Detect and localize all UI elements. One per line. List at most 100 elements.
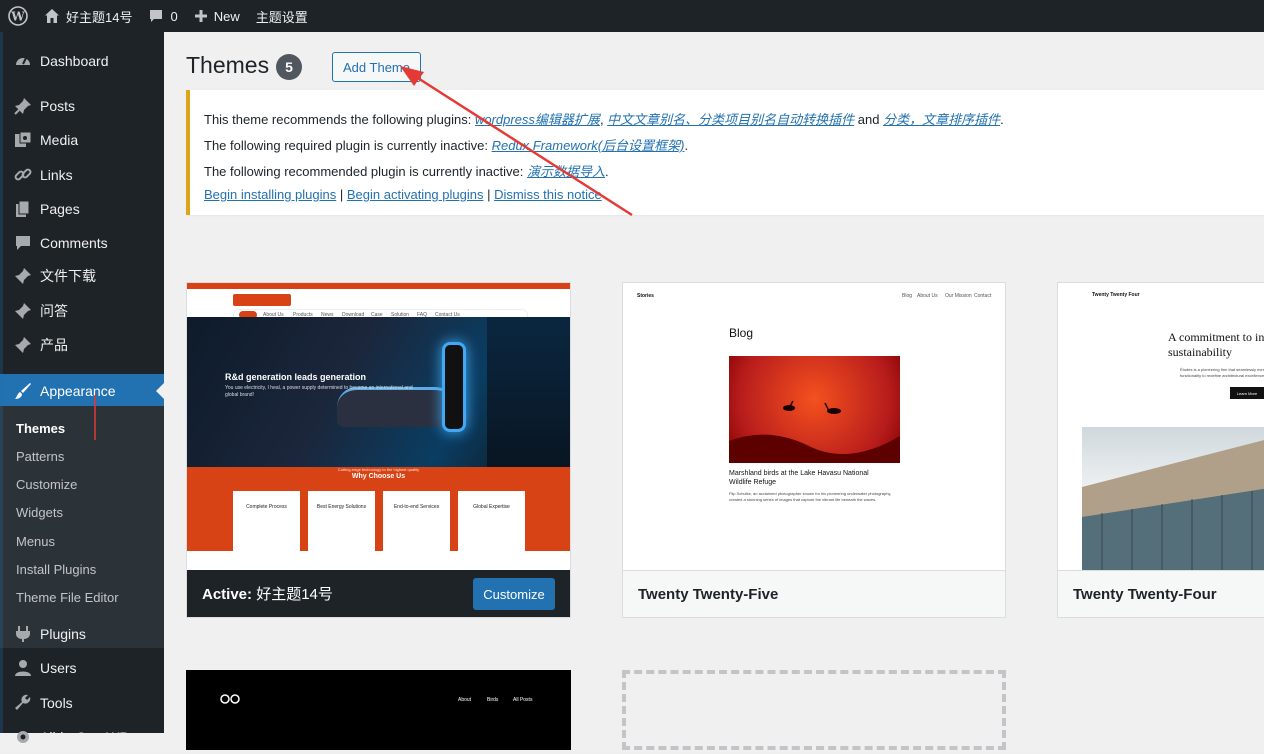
- sidebar-item-label: 产品: [40, 337, 68, 353]
- sidebar-item-label: Links: [40, 167, 73, 183]
- pin-icon: [12, 96, 34, 116]
- notice-line-recommends: This theme recommends the following plug…: [204, 112, 1004, 127]
- plugin-link-demo-import[interactable]: 演示数据导入: [527, 164, 605, 179]
- add-new-theme-card[interactable]: [622, 670, 1006, 750]
- sidebar-item-qa[interactable]: 问答: [0, 294, 164, 328]
- sidebar-item-all-in-one[interactable]: All-in-One WP: [0, 720, 164, 754]
- plugin-link-editor-extension[interactable]: wordpress编辑器扩展: [475, 112, 600, 127]
- sidebar-item-label: All-in-One WP: [40, 729, 129, 745]
- plugin-link-category-order[interactable]: 分类，文章排序插件: [883, 112, 1000, 127]
- preview-image: [729, 356, 900, 463]
- site-name-link[interactable]: 好主题14号: [36, 0, 140, 32]
- sidebar-item-label: 问答: [40, 303, 68, 319]
- hero-title: R&d generation leads generation: [225, 372, 367, 382]
- admin-sidebar: Dashboard Posts Media Links Pages Commen…: [0, 32, 164, 745]
- theme-screenshot: Twenty Twenty Four A commitment to innov…: [1058, 283, 1264, 571]
- submenu-install-plugins[interactable]: Install Plugins: [16, 562, 96, 577]
- svg-text:W: W: [10, 10, 25, 24]
- brush-icon: [12, 381, 34, 401]
- link-icon: [12, 165, 34, 185]
- comment-icon: [12, 233, 34, 253]
- theme-screenshot: About Birds All Posts: [187, 671, 570, 749]
- theme-name: Twenty Twenty-Five: [638, 585, 779, 603]
- plus-icon: [194, 10, 207, 22]
- submenu-widgets[interactable]: Widgets: [16, 505, 63, 520]
- theme-card-footer: Twenty Twenty-Four: [1058, 570, 1264, 617]
- sidebar-item-label: Media: [40, 132, 79, 148]
- preview-heading: Blog: [729, 326, 754, 340]
- sidebar-item-links[interactable]: Links: [0, 158, 164, 192]
- sidebar-item-label: 文件下载: [40, 268, 96, 284]
- pin-icon: [12, 335, 34, 355]
- sidebar-item-label: Tools: [40, 695, 73, 711]
- comments-link[interactable]: 0: [140, 0, 185, 32]
- users-icon: [12, 658, 34, 678]
- media-icon: [12, 130, 34, 150]
- preview-post-title: Marshland birds at the Lake Havasu Natio…: [729, 470, 869, 486]
- sidebar-item-dashboard[interactable]: Dashboard: [0, 44, 164, 78]
- admin-bar: W 好主题14号 0 New 主题设置: [0, 0, 1264, 32]
- plugin-notice: This theme recommends the following plug…: [186, 90, 1264, 215]
- notice-line-required: The following required plugin is current…: [204, 138, 689, 153]
- theme-settings-link[interactable]: 主题设置: [248, 0, 316, 32]
- site-name: 好主题14号: [66, 9, 133, 25]
- sidebar-item-downloads[interactable]: 文件下载: [0, 259, 164, 293]
- sidebar-item-tools[interactable]: Tools: [0, 686, 164, 720]
- sidebar-item-plugins[interactable]: Plugins: [0, 617, 164, 651]
- sidebar-item-pages[interactable]: Pages: [0, 192, 164, 226]
- home-icon: [45, 9, 59, 23]
- appearance-submenu: Themes Patterns Customize Widgets Menus …: [0, 406, 164, 648]
- sidebar-item-label: Pages: [40, 201, 80, 217]
- gear-icon: [12, 727, 34, 747]
- notice-actions: Begin installing plugins | Begin activat…: [204, 187, 602, 202]
- pin-icon: [12, 301, 34, 321]
- theme-card-footer: Twenty Twenty-Five: [623, 570, 1005, 617]
- notice-line-recommended: The following recommended plugin is curr…: [204, 164, 609, 179]
- plugin-link-slug-converter[interactable]: 中文文章别名、分类项目别名自动转换插件: [607, 112, 854, 127]
- begin-activating-link[interactable]: Begin activating plugins: [347, 187, 484, 202]
- plugin-link-redux[interactable]: Redux Framework(后台设置框架): [492, 138, 685, 153]
- add-theme-button[interactable]: Add Theme: [332, 52, 421, 82]
- submenu-patterns[interactable]: Patterns: [16, 449, 64, 464]
- sidebar-item-label: Posts: [40, 98, 76, 114]
- sidebar-item-label: Appearance: [40, 383, 116, 399]
- theme-screenshot: Stories Blog About Us Our Mission Contac…: [623, 283, 1005, 571]
- theme-card-active[interactable]: About Us Products News Download Case Sol…: [186, 282, 571, 618]
- theme-name: Active: 好主题14号: [202, 586, 333, 603]
- sidebar-item-label: Users: [40, 660, 77, 676]
- sidebar-item-media[interactable]: Media: [0, 123, 164, 157]
- new-label: New: [213, 8, 240, 24]
- theme-card-dark[interactable]: About Birds All Posts: [186, 670, 571, 750]
- submenu-menus[interactable]: Menus: [16, 534, 55, 549]
- sidebar-item-products[interactable]: 产品: [0, 328, 164, 362]
- dismiss-notice-link[interactable]: Dismiss this notice: [494, 187, 602, 202]
- customize-button[interactable]: Customize: [473, 578, 555, 610]
- theme-count-badge: 5: [276, 54, 302, 80]
- sidebar-item-comments[interactable]: Comments: [0, 226, 164, 260]
- theme-logo: [233, 294, 291, 306]
- wrench-icon: [12, 693, 34, 713]
- main-content: Themes 5 Add Theme This theme recommends…: [164, 32, 1264, 750]
- theme-card-twenty-twenty-four[interactable]: Twenty Twenty Four A commitment to innov…: [1057, 282, 1264, 618]
- theme-name: Twenty Twenty-Four: [1073, 585, 1217, 603]
- sidebar-item-label: Comments: [40, 235, 108, 251]
- page-title: Themes: [186, 52, 270, 78]
- theme-card-twenty-twenty-five[interactable]: Stories Blog About Us Our Mission Contac…: [622, 282, 1006, 618]
- sidebar-item-appearance[interactable]: Appearance: [0, 374, 164, 408]
- pin-icon: [12, 266, 34, 286]
- sidebar-item-users[interactable]: Users: [0, 651, 164, 685]
- submenu-themes[interactable]: Themes: [16, 421, 65, 436]
- dashboard-icon: [12, 51, 34, 71]
- sidebar-item-posts[interactable]: Posts: [0, 89, 164, 123]
- begin-installing-link[interactable]: Begin installing plugins: [204, 187, 336, 202]
- comments-count: 0: [170, 8, 178, 24]
- new-content-link[interactable]: New: [186, 0, 248, 32]
- pages-icon: [12, 199, 34, 219]
- preview-headline: A commitment to innovation and sustainab…: [1168, 330, 1264, 359]
- wordpress-logo-icon[interactable]: W: [0, 0, 36, 32]
- submenu-customize[interactable]: Customize: [16, 477, 77, 492]
- sidebar-item-label: Plugins: [40, 626, 86, 642]
- submenu-theme-file-editor[interactable]: Theme File Editor: [16, 590, 119, 605]
- hero-text: You use electricity, I heal, a power sup…: [225, 385, 413, 398]
- glasses-icon: [220, 694, 240, 704]
